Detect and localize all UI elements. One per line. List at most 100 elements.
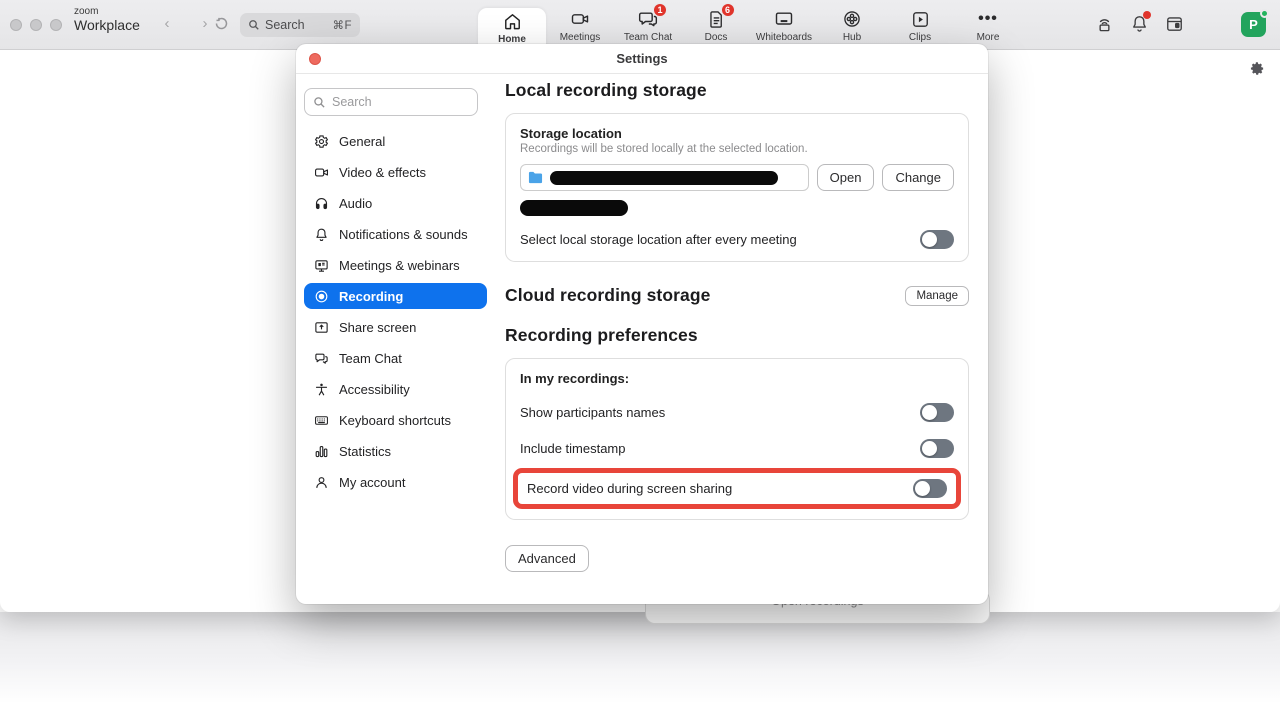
forward-icon[interactable]: › [198,15,212,32]
zoom-workplace-logo: zoom Workplace [74,7,140,32]
close-window-button[interactable] [10,19,22,31]
toggle-knob [922,232,937,247]
tab-hub[interactable]: Hub [818,0,886,50]
headphones-icon [314,196,329,211]
sidebar-item-general[interactable]: General [304,128,487,154]
share-screen-icon [314,320,329,335]
show-participants-toggle[interactable] [920,403,954,422]
tab-whiteboards[interactable]: Whiteboards [750,0,818,50]
sidebar-item-accessibility[interactable]: Accessibility [304,376,487,402]
minimize-window-button[interactable] [30,19,42,31]
notifications-bell-icon[interactable] [1130,14,1149,33]
sidebar-item-my-account[interactable]: My account [304,469,487,495]
recording-preferences-heading: Recording preferences [505,325,969,346]
toggle-knob [915,481,930,496]
recording-preferences-card: In my recordings: Show participants name… [505,358,969,520]
storage-location-description: Recordings will be stored locally at the… [520,143,954,155]
tab-team-chat[interactable]: 1 Team Chat [614,0,682,50]
open-button[interactable]: Open [817,164,875,191]
sidebar-item-statistics[interactable]: Statistics [304,438,487,464]
sidebar-item-video-effects[interactable]: Video & effects [304,159,487,185]
toggle-knob [922,441,937,456]
manage-button[interactable]: Manage [905,286,969,306]
user-icon [314,475,329,490]
sidebar-item-team-chat[interactable]: Team Chat [304,345,487,371]
local-recording-heading: Local recording storage [505,80,969,101]
settings-search-input[interactable] [332,95,469,109]
search-placeholder: Search [265,18,305,32]
settings-content: Local recording storage Storage location… [505,80,969,572]
screen: Open recordings zoom Workplace ‹ › Searc… [0,0,1280,720]
camera-icon [314,165,329,180]
storage-path-field[interactable] [520,164,809,191]
back-icon[interactable]: ‹ [160,15,174,32]
tab-docs[interactable]: 6 Docs [682,0,750,50]
pref-row-show-participants: Show participants names [520,403,954,422]
record-icon [314,289,329,304]
home-icon [503,11,522,31]
sidebar-item-recording[interactable]: Recording [304,283,487,309]
hub-icon [842,9,862,29]
more-icon: ••• [978,9,998,29]
desktop-background [0,612,1280,720]
docs-badge: 6 [721,3,735,17]
cloud-recording-heading: Cloud recording storage [505,285,711,306]
include-timestamp-toggle[interactable] [920,439,954,458]
tab-meetings[interactable]: Meetings [546,0,614,50]
logo-workplace-text: Workplace [74,18,140,33]
presence-dot [1260,9,1269,18]
sidebar-item-audio[interactable]: Audio [304,190,487,216]
sidebar-item-notifications[interactable]: Notifications & sounds [304,221,487,247]
docs-icon: 6 [707,9,726,29]
logo-zoom-text: zoom [74,7,140,18]
meetings-icon [570,9,590,29]
avatar[interactable]: P [1241,12,1266,37]
chat-bubbles-icon [314,351,329,366]
select-location-label: Select local storage location after ever… [520,232,797,247]
record-video-during-sharing-toggle[interactable] [913,479,947,498]
bar-chart-icon [314,444,329,459]
sidebar-item-share-screen[interactable]: Share screen [304,314,487,340]
notification-dot [1143,11,1151,19]
pref-row-record-video-sharing: Record video during screen sharing [527,479,947,498]
change-button[interactable]: Change [882,164,954,191]
settings-search-field[interactable] [304,88,478,116]
redacted-free-space [520,200,628,216]
advanced-button[interactable]: Advanced [505,545,589,572]
zoom-window-button[interactable] [50,19,62,31]
settings-gear-icon[interactable] [1250,61,1265,76]
tab-more[interactable]: ••• More [954,0,1022,50]
search-icon [313,96,326,109]
storage-location-card: Storage location Recordings will be stor… [505,113,969,262]
global-search-input[interactable]: Search ⌘F [240,13,360,37]
dialog-title: Settings [616,51,667,66]
storage-location-title: Storage location [520,126,954,141]
history-icon[interactable] [214,16,229,31]
app-toolbar: zoom Workplace ‹ › Search ⌘F Home [0,0,1280,50]
meeting-screen-icon [314,258,329,273]
window-controls [10,19,62,31]
search-shortcut: ⌘F [332,18,352,32]
in-my-recordings-label: In my recordings: [520,371,954,386]
connect-device-icon[interactable] [1095,14,1114,33]
keyboard-icon [314,413,329,428]
sidebar-item-meetings-webinars[interactable]: Meetings & webinars [304,252,487,278]
folder-icon [528,171,543,184]
highlight-annotation-box: Record video during screen sharing [513,468,961,509]
redacted-storage-path [550,171,778,185]
toggle-knob [922,405,937,420]
sidebar-item-keyboard-shortcuts[interactable]: Keyboard shortcuts [304,407,487,433]
close-dialog-button[interactable] [309,53,321,65]
team-chat-badge: 1 [653,3,667,17]
pref-row-include-timestamp: Include timestamp [520,439,954,458]
settings-dialog: Settings General Video & effects Audi [296,44,988,604]
calendar-icon[interactable] [1165,14,1184,33]
accessibility-person-icon [314,382,329,397]
select-location-toggle[interactable] [920,230,954,249]
settings-dialog-header: Settings [296,44,988,74]
settings-nav-list: General Video & effects Audio Notificati… [304,128,487,500]
main-tabs: Home Meetings 1 Team Chat 6 [478,0,1022,50]
gear-icon [314,134,329,149]
tab-clips[interactable]: Clips [886,0,954,50]
bell-icon [314,227,329,242]
